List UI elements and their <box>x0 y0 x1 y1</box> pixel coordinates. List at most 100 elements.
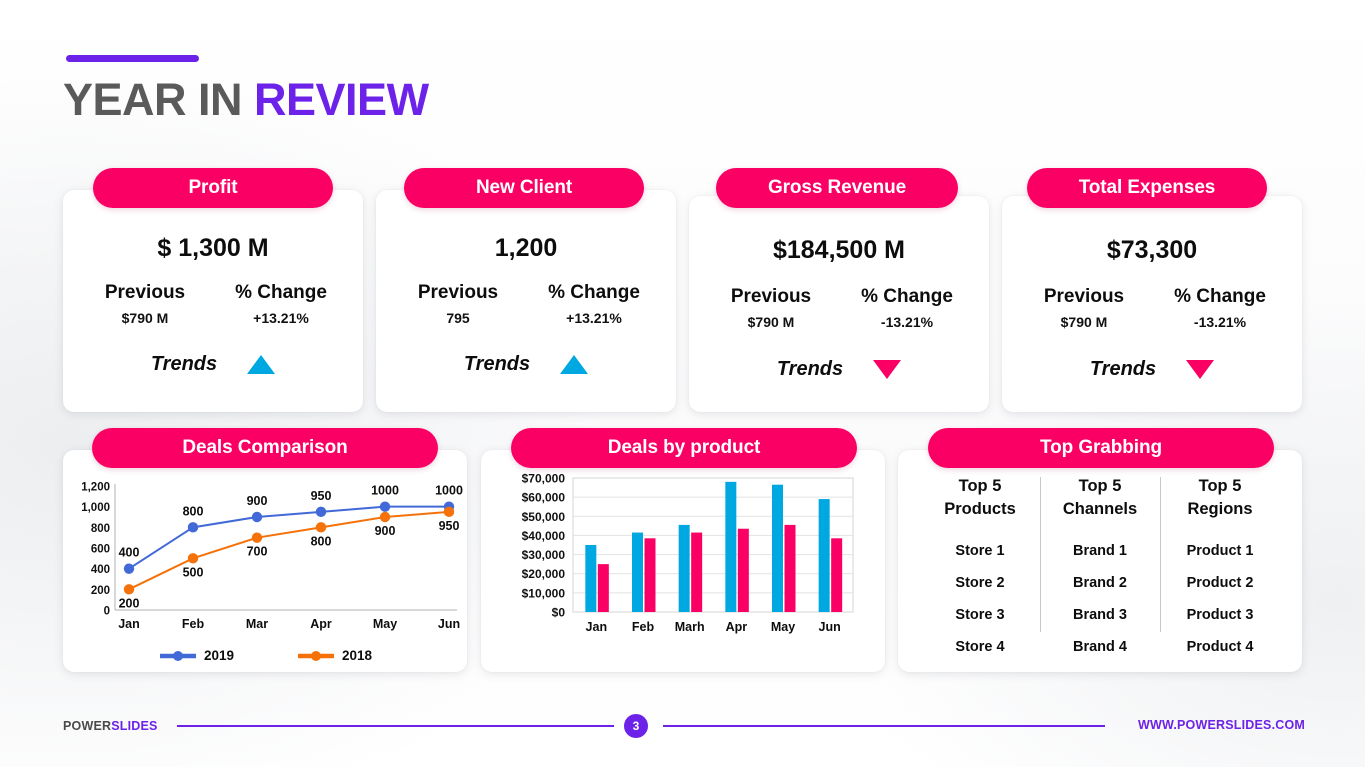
data-label: 900 <box>375 524 396 538</box>
bar <box>737 528 749 612</box>
kpi-card-new-client[interactable]: 1,200 Previous 795 % Change +13.21% Tren… <box>376 190 676 412</box>
data-point <box>187 553 199 564</box>
brand-part-power: POWER <box>63 719 112 733</box>
kpi-change: % Change +13.21% <box>213 282 349 326</box>
bar <box>585 545 597 612</box>
kpi-trend-label: Trends <box>150 353 218 375</box>
kpi-card-title-gross-revenue: Gross Revenue <box>716 168 958 208</box>
kpi-change-label: % Change <box>235 282 327 303</box>
legend-marker-2019 <box>159 650 196 661</box>
list-item: Product 3 <box>1186 606 1254 623</box>
bar <box>691 532 703 612</box>
column-header-line2: Regions <box>1187 500 1253 519</box>
kpi-change-value: -13.21% <box>1193 314 1247 330</box>
kpi-previous: Previous $790 M <box>1016 286 1152 330</box>
top-grabbing-column-channels: Top 5 Channels Brand 1 Brand 2 Brand 3 B… <box>1040 475 1160 660</box>
top-grabbing-column-regions: Top 5 Regions Product 1 Product 2 Produc… <box>1160 475 1280 660</box>
deals-comparison-card[interactable]: 0 200 400 600 800 1,000 1,200 400 800 900 950 1000 1… <box>63 450 467 672</box>
kpi-metrics: Previous 795 % Change +13.21% <box>390 282 662 326</box>
page-number-badge: 3 <box>624 714 648 738</box>
kpi-card-total-expenses[interactable]: $73,300 Previous $790 M % Change -13.21%… <box>1002 196 1302 412</box>
x-axis-tick-label: Jan <box>586 620 608 634</box>
x-axis-tick-label: Jun <box>819 620 841 634</box>
bar <box>784 524 796 612</box>
list-item: Store 2 <box>955 574 1005 591</box>
kpi-trend-label: Trends <box>776 358 844 380</box>
data-label: 400 <box>119 546 140 560</box>
x-axis-tick-label: May <box>373 617 397 631</box>
bar <box>818 499 830 612</box>
legend-item-2018: 2018 <box>296 648 372 663</box>
column-header-line2: Channels <box>1062 500 1138 519</box>
kpi-metrics: Previous $790 M % Change -13.21% <box>703 286 975 330</box>
brand-logo: POWERSLIDES <box>63 719 158 733</box>
column-header-line1: Top 5 <box>1198 477 1242 495</box>
footer-divider-right <box>663 725 1105 727</box>
y-axis-tick-label: $10,000 <box>522 586 566 600</box>
triangle-down-icon <box>873 360 902 379</box>
column-header-products: Top 5 Products <box>944 475 1016 522</box>
bar <box>831 538 843 612</box>
y-axis-tick-label: 1,200 <box>81 482 110 494</box>
y-axis-tick-label: 400 <box>91 564 110 576</box>
data-label: 1000 <box>435 484 463 498</box>
y-axis-tick-label: $30,000 <box>522 548 566 562</box>
kpi-previous-value: 795 <box>446 310 470 326</box>
kpi-previous-label: Previous <box>1043 286 1125 307</box>
x-axis-tick-label: Feb <box>182 617 205 631</box>
deals-by-product-card[interactable]: $0 $10,000 $20,000 $30,000 $40,000 $50,000 $60… <box>481 450 885 672</box>
legend-item-2019: 2019 <box>158 648 234 663</box>
data-label: 950 <box>311 489 332 503</box>
y-axis-tick-label: 200 <box>91 585 110 597</box>
x-axis-tick-label: Apr <box>310 617 332 631</box>
y-axis-tick-label: 0 <box>104 606 110 618</box>
list-item: Store 1 <box>955 542 1005 559</box>
kpi-trend-label: Trends <box>463 353 531 375</box>
website-link[interactable]: WWW.POWERSLIDES.COM <box>1138 718 1305 732</box>
panel-title-deals-comparison: Deals Comparison <box>92 428 438 468</box>
x-axis-tick-label: Mar <box>246 617 268 631</box>
bar <box>772 484 783 612</box>
kpi-card-profit[interactable]: $ 1,300 M Previous $790 M % Change +13.2… <box>63 190 363 412</box>
bar <box>678 524 690 612</box>
y-axis-tick-label: $0 <box>552 606 566 620</box>
kpi-value: $73,300 <box>1106 236 1198 264</box>
kpi-previous-label: Previous <box>104 282 186 303</box>
kpi-card-title-total-expenses: Total Expenses <box>1027 168 1267 208</box>
kpi-change-value: -13.21% <box>880 314 934 330</box>
list-item: Store 4 <box>955 638 1005 655</box>
kpi-metrics: Previous $790 M % Change -13.21% <box>1016 286 1288 330</box>
kpi-previous: Previous $790 M <box>703 286 839 330</box>
brand-part-slides: SLIDES <box>111 719 158 733</box>
line-chart-svg: 0 200 400 600 800 1,000 1,200 400 800 900 950 1000 1… <box>81 482 463 632</box>
list-item: Brand 3 <box>1073 606 1127 623</box>
bar <box>644 538 656 612</box>
y-axis-tick-label: 600 <box>91 544 110 556</box>
kpi-trend-row: Trends <box>1002 358 1302 381</box>
kpi-card-gross-revenue[interactable]: $184,500 M Previous $790 M % Change -13.… <box>689 196 989 412</box>
page-title-accent: REVIEW <box>254 74 429 125</box>
top-grabbing-card[interactable]: Top 5 Products Store 1 Store 2 Store 3 S… <box>898 450 1302 672</box>
list-item: Brand 4 <box>1073 638 1127 655</box>
panel-title-deals-by-product: Deals by product <box>511 428 857 468</box>
kpi-previous-value: $790 M <box>1060 314 1108 330</box>
data-point <box>251 532 263 543</box>
column-header-regions: Top 5 Regions <box>1187 475 1252 522</box>
column-header-line1: Top 5 <box>958 477 1002 495</box>
slide: YEAR IN REVIEW $ 1,300 M Previous $790 M… <box>0 0 1365 767</box>
y-axis-tick-label: $70,000 <box>522 472 566 486</box>
y-axis-tick-label: $40,000 <box>522 529 566 543</box>
kpi-previous: Previous 795 <box>390 282 526 326</box>
legend-marker-2018 <box>298 650 334 661</box>
data-label: 800 <box>311 534 332 548</box>
legend-label-2019: 2019 <box>203 648 234 663</box>
column-header-channels: Top 5 Channels <box>1063 475 1137 522</box>
data-label: 900 <box>247 494 268 508</box>
data-point <box>443 506 455 518</box>
y-axis-tick-label: $20,000 <box>522 567 566 581</box>
kpi-previous-value: $790 M <box>121 310 169 326</box>
list-item: Brand 1 <box>1073 542 1127 559</box>
kpi-value: 1,200 <box>494 234 558 262</box>
top-grabbing-table: Top 5 Products Store 1 Store 2 Store 3 S… <box>920 475 1280 660</box>
bar-chart-svg: $0 $10,000 $20,000 $30,000 $40,000 $50,000 $60… <box>522 472 854 634</box>
